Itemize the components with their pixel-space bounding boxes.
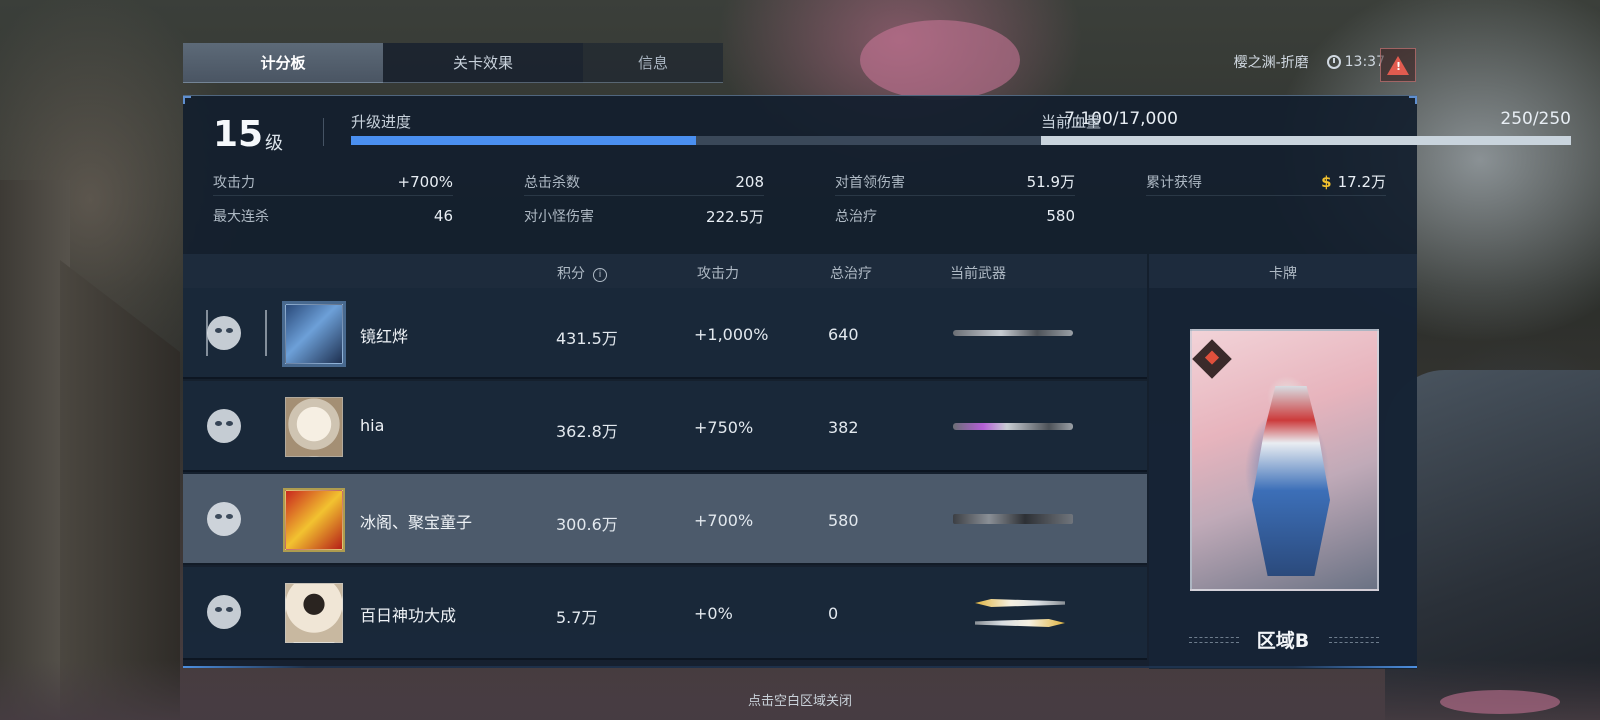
stat-attack: 攻击力 +700% xyxy=(213,168,453,196)
player-mask-icon xyxy=(207,502,241,536)
background-blossom xyxy=(860,20,1020,100)
earned-amount: 17.2万 xyxy=(1337,173,1386,191)
clock: 13:37 xyxy=(1326,54,1385,70)
stat-label: 攻击力 xyxy=(213,174,255,191)
player-attack: +1,000% xyxy=(694,325,769,344)
rifle-icon xyxy=(953,514,1073,524)
header-info: 樱之渊-折磨 13:37 xyxy=(1234,52,1385,72)
card-panel: 卡牌 区域B xyxy=(1149,254,1417,669)
player-heal: 580 xyxy=(828,511,859,530)
stat-max-combo: 最大连杀 46 xyxy=(213,202,453,230)
table-row[interactable]: 百日神功大成 5.7万 +0% 0 xyxy=(183,567,1147,660)
close-hint[interactable]: 点击空白区域关闭 xyxy=(0,690,1600,709)
player-score: 362.8万 xyxy=(556,422,618,441)
player-mask-icon xyxy=(207,316,241,350)
tab-bar: 计分板 关卡效果 信息 xyxy=(183,43,723,83)
card-header: 卡牌 xyxy=(1149,254,1417,288)
background-rock xyxy=(0,180,70,720)
stat-label: 对首领伤害 xyxy=(835,174,905,191)
stat-minion-damage: 对小怪伤害 222.5万 xyxy=(524,202,764,230)
column-attack: 攻击力 xyxy=(697,266,739,282)
player-score: 5.7万 xyxy=(556,608,598,627)
stat-value: +700% xyxy=(397,172,453,191)
stat-label: 累计获得 xyxy=(1146,174,1202,191)
stat-label: 总治疗 xyxy=(835,209,877,225)
staff-icon xyxy=(953,423,1073,430)
background-rock xyxy=(60,260,180,720)
stat-total-heal: 总治疗 580 xyxy=(835,202,1075,230)
row-bracket xyxy=(265,310,267,356)
avatar[interactable] xyxy=(285,583,343,643)
card-character-art xyxy=(1252,386,1330,576)
xp-value: 7,100/17,000 xyxy=(1064,109,1178,129)
info-icon[interactable]: i xyxy=(593,268,607,282)
xp-label: 升级进度 xyxy=(351,113,412,131)
stat-value: $17.2万 xyxy=(1321,171,1386,192)
stat-total-earned: 累计获得 $17.2万 xyxy=(1146,168,1386,196)
player-heal: 382 xyxy=(828,418,859,437)
clock-time: 13:37 xyxy=(1344,54,1385,70)
coin-icon: $ xyxy=(1321,173,1332,191)
stat-value: 208 xyxy=(735,172,764,191)
scoreboard-panel: 15 级 升级进度 7,100/17,000 当前血量 250/250 攻击力 … xyxy=(183,95,1571,669)
table-header: 积分 i 攻击力 总治疗 当前武器 xyxy=(183,254,1147,288)
warning-triangle-icon: ! xyxy=(1387,55,1409,75)
player-attack: +750% xyxy=(694,418,754,437)
player-heal: 0 xyxy=(828,604,839,623)
card-rank-icon xyxy=(1192,339,1232,379)
table-row-selected[interactable]: 冰阁、聚宝童子 300.6万 +700% 580 xyxy=(183,474,1147,565)
player-attack: +0% xyxy=(694,604,733,623)
stat-value: 46 xyxy=(433,207,453,225)
tab-stage-effects[interactable]: 关卡效果 xyxy=(383,43,583,83)
spear-icon xyxy=(953,330,1073,336)
stat-value: 580 xyxy=(1046,207,1075,225)
hp-value: 250/250 xyxy=(1500,109,1571,129)
column-heal: 总治疗 xyxy=(830,266,872,282)
level-unit: 级 xyxy=(265,133,283,154)
table-row[interactable]: hia 362.8万 +750% 382 xyxy=(183,381,1147,472)
column-weapon: 当前武器 xyxy=(950,266,1006,282)
stat-value: 51.9万 xyxy=(1026,173,1075,191)
hp-label: 当前血量 xyxy=(1041,113,1102,131)
xp-progress-fill xyxy=(351,136,697,145)
divider xyxy=(323,118,324,146)
player-score: 431.5万 xyxy=(556,329,618,348)
clock-icon xyxy=(1326,55,1341,69)
table-row[interactable]: 镜红烨 431.5万 +1,000% 640 xyxy=(183,288,1147,379)
avatar[interactable] xyxy=(285,397,343,457)
player-name: 镜红烨 xyxy=(360,327,409,346)
panel-bottom-edge xyxy=(183,666,1417,668)
hp-progress-fill xyxy=(1041,136,1571,145)
hp-progress-bar xyxy=(1041,136,1571,145)
tab-scoreboard[interactable]: 计分板 xyxy=(183,43,383,83)
column-score: 积分 i xyxy=(557,263,607,283)
level-number: 15 xyxy=(213,114,264,155)
stat-boss-damage: 对首领伤害 51.9万 xyxy=(835,168,1075,196)
stat-value: 222.5万 xyxy=(706,207,764,226)
column-score-label: 积分 xyxy=(557,266,585,282)
player-score: 300.6万 xyxy=(556,515,618,534)
player-mask-icon xyxy=(207,595,241,629)
player-mask-icon xyxy=(207,409,241,443)
stat-label: 最大连杀 xyxy=(213,209,269,225)
avatar[interactable] xyxy=(285,304,343,364)
card-name: 区域B xyxy=(1256,630,1310,652)
stat-total-kills: 总击杀数 208 xyxy=(524,168,764,196)
player-name: hia xyxy=(360,416,385,435)
dual-knives-icon xyxy=(975,619,1065,627)
character-card[interactable] xyxy=(1190,329,1379,591)
player-name: 冰阁、聚宝童子 xyxy=(360,513,473,532)
player-heal: 640 xyxy=(828,325,859,344)
avatar[interactable] xyxy=(285,490,343,550)
player-attack: +700% xyxy=(694,511,754,530)
player-table: 积分 i 攻击力 总治疗 当前武器 镜红烨 431.5万 +1,000% 640 … xyxy=(183,254,1147,669)
alert-button[interactable]: ! xyxy=(1380,48,1416,82)
stat-label: 总击杀数 xyxy=(524,174,580,191)
map-name: 樱之渊-折磨 xyxy=(1233,55,1309,71)
tab-info[interactable]: 信息 xyxy=(583,43,723,83)
dual-knives-icon xyxy=(975,599,1065,607)
stat-label: 对小怪伤害 xyxy=(524,209,594,225)
player-name: 百日神功大成 xyxy=(360,606,457,625)
